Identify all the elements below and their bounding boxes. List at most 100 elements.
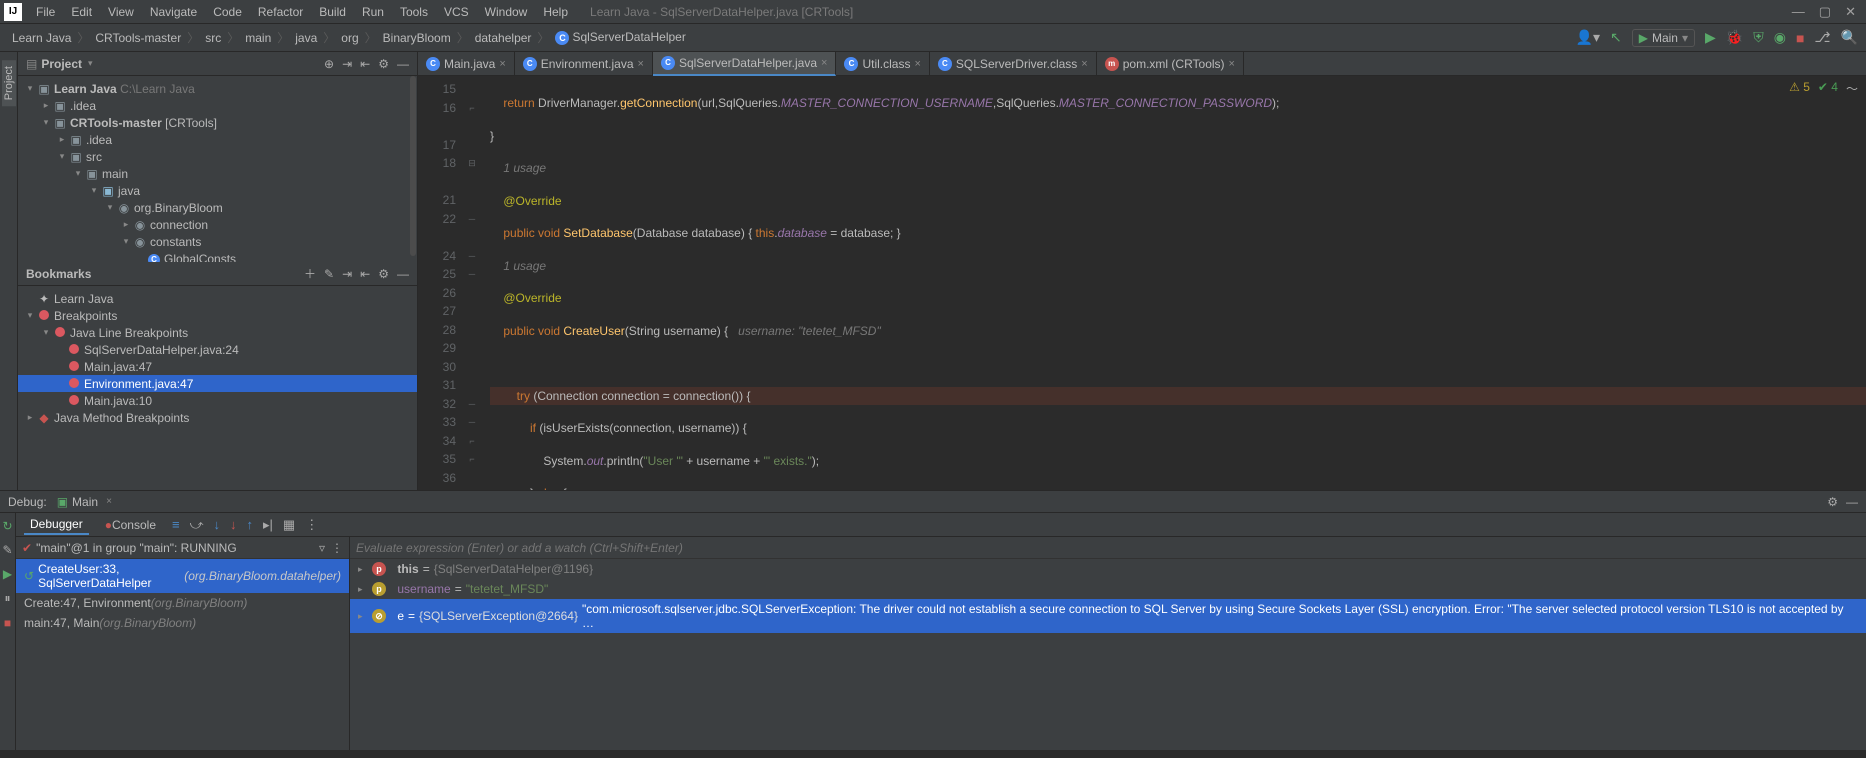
- git-icon[interactable]: ⎇: [1814, 29, 1830, 46]
- expand-all-icon[interactable]: ⇥: [342, 57, 352, 71]
- modify-icon[interactable]: ✎: [2, 543, 12, 557]
- bm-expand-icon[interactable]: ⇥: [342, 267, 352, 281]
- close-icon[interactable]: ×: [914, 58, 920, 70]
- add-bm-icon[interactable]: ＋: [304, 265, 316, 282]
- tab-main[interactable]: CMain.java×: [418, 52, 515, 76]
- menu-file[interactable]: File: [28, 5, 63, 19]
- show-exec-point-icon[interactable]: ≡: [172, 517, 180, 532]
- menu-window[interactable]: Window: [477, 5, 536, 19]
- console-tab[interactable]: ●Console: [99, 516, 162, 534]
- stop-button[interactable]: ■: [1796, 30, 1804, 46]
- menu-help[interactable]: Help: [535, 5, 576, 19]
- tab-sqlhelper[interactable]: CSqlServerDataHelper.java×: [653, 52, 837, 76]
- add-user-icon[interactable]: 👤▾: [1576, 29, 1600, 46]
- menu-view[interactable]: View: [100, 5, 142, 19]
- bm-hide-icon[interactable]: —: [397, 267, 409, 281]
- collapse-all-icon[interactable]: ⇤: [360, 57, 370, 71]
- class-icon: C: [555, 31, 569, 45]
- navbar: Learn Java〉 CRTools-master〉 src〉 main〉 j…: [0, 24, 1866, 52]
- menu-build[interactable]: Build: [311, 5, 354, 19]
- tab-util[interactable]: CUtil.class×: [836, 52, 929, 76]
- project-icon: ▤: [26, 57, 37, 71]
- frame-row[interactable]: main:47, Main (org.BinaryBloom): [16, 613, 349, 633]
- var-row-selected[interactable]: ▸⊘ e = {SQLServerException@2664} "com.mi…: [350, 599, 1866, 633]
- close-icon[interactable]: ×: [499, 58, 505, 70]
- crumb-3[interactable]: main: [241, 31, 275, 45]
- rerun-icon[interactable]: ↻: [2, 519, 12, 533]
- code-editor[interactable]: ⚠ 5✔ 4〜 151617 ⬆18 21 ⬆22 24 25262728293…: [418, 76, 1866, 490]
- eval-icon[interactable]: ▦: [283, 517, 295, 533]
- var-row[interactable]: ▸p this = {SqlServerDataHelper@1196}: [350, 559, 1866, 579]
- crumb-4[interactable]: java: [291, 31, 321, 45]
- menu-run[interactable]: Run: [354, 5, 392, 19]
- eval-input[interactable]: [356, 541, 1860, 555]
- menu-navigate[interactable]: Navigate: [142, 5, 205, 19]
- fold-column[interactable]: ⌐⊟─────⌐⌐: [462, 76, 482, 490]
- run-config-selector[interactable]: ▶Main▾: [1632, 29, 1695, 47]
- project-label[interactable]: Project: [41, 57, 82, 71]
- crumb-2[interactable]: src: [201, 31, 225, 45]
- bm-collapse-icon[interactable]: ⇤: [360, 267, 370, 281]
- maximize-icon[interactable]: ▢: [1819, 4, 1831, 20]
- profile-button[interactable]: ◉: [1774, 29, 1786, 46]
- step-into-icon[interactable]: ↓: [214, 517, 221, 532]
- pause-icon[interactable]: ⏸: [4, 591, 10, 606]
- tab-env[interactable]: CEnvironment.java×: [515, 52, 653, 76]
- crumb-1[interactable]: CRTools-master: [91, 31, 185, 45]
- crumb-8[interactable]: CSqlServerDataHelper: [551, 30, 689, 45]
- more-icon[interactable]: ⋮: [305, 517, 318, 533]
- crumb-0[interactable]: Learn Java: [8, 31, 75, 45]
- coverage-button[interactable]: ⛨: [1753, 29, 1764, 46]
- project-tool-tab[interactable]: Project: [2, 60, 16, 106]
- menu-code[interactable]: Code: [205, 5, 250, 19]
- var-row[interactable]: ▸p username = "tetetet_MFSD": [350, 579, 1866, 599]
- search-icon[interactable]: 🔍: [1841, 29, 1858, 46]
- run-to-cursor-icon[interactable]: ▸|: [263, 517, 273, 533]
- hide-icon[interactable]: —: [397, 57, 409, 71]
- settings-icon[interactable]: ⚙: [378, 57, 389, 71]
- project-tree[interactable]: ▾▣Learn Java C:\Learn Java ▸▣.idea ▾▣CRT…: [18, 76, 417, 262]
- close-icon[interactable]: ×: [638, 58, 644, 70]
- bookmarks-tree[interactable]: ✦Learn Java ▾Breakpoints ▾Java Line Brea…: [18, 286, 417, 490]
- menu-edit[interactable]: Edit: [63, 5, 100, 19]
- tree-scrollbar[interactable]: [410, 76, 416, 256]
- close-icon[interactable]: ×: [1081, 58, 1087, 70]
- crumb-5[interactable]: org: [337, 31, 362, 45]
- step-over-icon[interactable]: ⤻: [190, 517, 204, 533]
- resume-icon[interactable]: ▶: [3, 567, 12, 581]
- debug-button[interactable]: 🐞: [1726, 29, 1743, 46]
- tab-driver[interactable]: CSQLServerDriver.class×: [930, 52, 1097, 76]
- gear-icon[interactable]: ⚙: [1827, 495, 1838, 509]
- gutter[interactable]: 151617 ⬆18 21 ⬆22 24 2526272829303132333…: [418, 76, 462, 490]
- frame-row[interactable]: ↺CreateUser:33, SqlServerDataHelper (org…: [16, 559, 349, 593]
- menu-tools[interactable]: Tools: [392, 5, 436, 19]
- thread-label[interactable]: "main"@1 in group "main": RUNNING: [36, 541, 237, 555]
- crumb-6[interactable]: BinaryBloom: [379, 31, 455, 45]
- tab-pom[interactable]: mpom.xml (CRTools)×: [1097, 52, 1244, 76]
- bookmark-selected[interactable]: Environment.java:47: [18, 375, 417, 392]
- run-button[interactable]: ▶: [1705, 29, 1716, 46]
- bm-settings-icon[interactable]: ⚙: [378, 267, 389, 281]
- close-icon[interactable]: ×: [1229, 58, 1235, 70]
- close-window-icon[interactable]: ✕: [1845, 4, 1856, 20]
- close-icon[interactable]: ×: [821, 57, 827, 69]
- code-content[interactable]: return DriverManager.getConnection(url,S…: [482, 76, 1866, 490]
- step-out-icon[interactable]: ↑: [247, 517, 254, 532]
- frames-more-icon[interactable]: ⋮: [331, 541, 343, 555]
- debug-session-tab[interactable]: ▣Main×: [57, 495, 112, 509]
- frame-row[interactable]: Create:47, Environment (org.BinaryBloom): [16, 593, 349, 613]
- menu-refactor[interactable]: Refactor: [250, 5, 311, 19]
- debugger-tab[interactable]: Debugger: [24, 515, 89, 535]
- edit-bm-icon[interactable]: ✎: [324, 267, 334, 281]
- minimize-icon[interactable]: —: [1792, 4, 1805, 20]
- build-icon[interactable]: ↖: [1610, 29, 1622, 46]
- crumb-7[interactable]: datahelper: [471, 31, 536, 45]
- force-step-icon[interactable]: ↓: [230, 517, 237, 532]
- var-param-icon: p: [372, 582, 386, 596]
- hide-debug-icon[interactable]: —: [1846, 495, 1858, 509]
- close-icon[interactable]: ×: [106, 496, 112, 507]
- filter-icon[interactable]: ▿: [319, 541, 325, 555]
- stop-debug-icon[interactable]: ■: [4, 616, 11, 630]
- menu-vcs[interactable]: VCS: [436, 5, 477, 19]
- select-open-icon[interactable]: ⊕: [324, 57, 334, 71]
